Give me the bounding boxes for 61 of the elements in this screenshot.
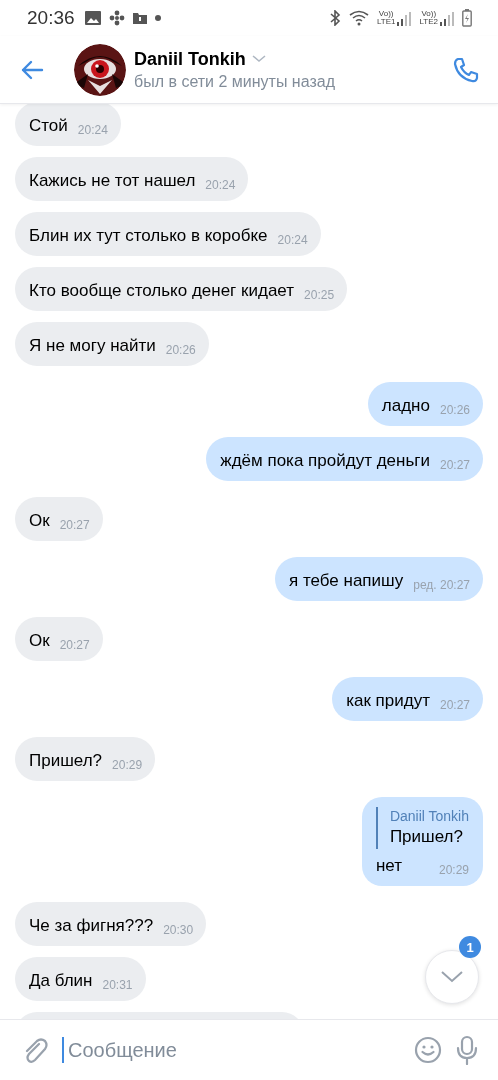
message-time: 20:25 xyxy=(304,288,335,302)
call-button[interactable] xyxy=(452,55,480,84)
message-text: Пришел? xyxy=(29,750,103,772)
image-icon xyxy=(84,11,101,25)
message-text: ждём пока пройдут деньги xyxy=(220,450,430,472)
volte-label: Vo)) xyxy=(378,10,394,18)
message-time: 20:26 xyxy=(165,343,196,357)
back-button[interactable] xyxy=(20,59,44,80)
message-time: 20:24 xyxy=(77,123,108,137)
message-time: 20:31 xyxy=(102,978,133,992)
message-time: 20:26 xyxy=(439,403,470,417)
network-label: LTE1 xyxy=(376,18,396,26)
bluetooth-icon xyxy=(328,10,341,26)
fan-icon xyxy=(108,10,125,26)
wifi-icon xyxy=(348,10,369,26)
message-field[interactable]: Сообщение xyxy=(62,1037,400,1063)
message-text: Да блин xyxy=(29,970,93,992)
message-time: 20:29 xyxy=(112,758,143,772)
message-text: как придут xyxy=(346,690,430,712)
clock-time: 20:36 xyxy=(27,7,75,29)
volte-label: Vo)) xyxy=(421,10,437,18)
signal-icon xyxy=(440,12,454,26)
quote-author: Daniil Tonkih xyxy=(389,807,469,825)
folder-icon xyxy=(132,12,147,24)
message-text: Че за фигня??? xyxy=(29,915,154,937)
message-time: 20:27 xyxy=(439,458,470,472)
message-text: я тебе напишу xyxy=(289,570,404,592)
message-time: 20:27 xyxy=(59,638,90,652)
network-label: LTE2 xyxy=(419,18,438,26)
quote-text: Пришел? xyxy=(389,826,464,848)
chevron-down-icon xyxy=(441,971,463,983)
message-text: Стой xyxy=(29,115,68,137)
message-time: 20:24 xyxy=(277,233,308,247)
message-text: нет xyxy=(375,855,402,877)
message-time: 20:29 xyxy=(438,863,469,877)
battery-icon xyxy=(462,9,472,27)
message-time: 20:27 xyxy=(59,518,90,532)
message-text: Я не могу найти xyxy=(29,335,156,357)
dot-icon xyxy=(154,15,161,21)
message-text: Ок xyxy=(29,630,50,652)
contact-name[interactable]: Daniil Tonkih xyxy=(134,48,246,70)
message-time: 20:24 xyxy=(205,178,236,192)
message-text: Кажись не тот нашел xyxy=(29,170,196,192)
back-arrow-icon xyxy=(20,59,44,80)
scroll-down-button[interactable] xyxy=(425,950,479,1004)
message-text: Кто вообще столько денег кидает xyxy=(29,280,295,302)
message-time: 20:30 xyxy=(163,923,194,937)
message-text: ладно xyxy=(381,395,430,417)
microphone-button[interactable] xyxy=(456,1035,478,1065)
chevron-down-icon xyxy=(251,55,266,63)
microphone-icon xyxy=(456,1035,478,1065)
message-time: ред. 20:27 xyxy=(413,578,470,592)
message-text: Блин их тут столько в коробке xyxy=(29,225,268,247)
message-time: 20:27 xyxy=(439,698,470,712)
last-seen-status: был в сети 2 минуты назад xyxy=(134,72,336,91)
smiley-icon xyxy=(414,1036,442,1064)
emoji-button[interactable] xyxy=(414,1036,442,1064)
unread-badge: 1 xyxy=(459,936,481,958)
message-text: Ок xyxy=(29,510,50,532)
signal-icon xyxy=(397,12,412,26)
phone-icon xyxy=(452,55,480,84)
